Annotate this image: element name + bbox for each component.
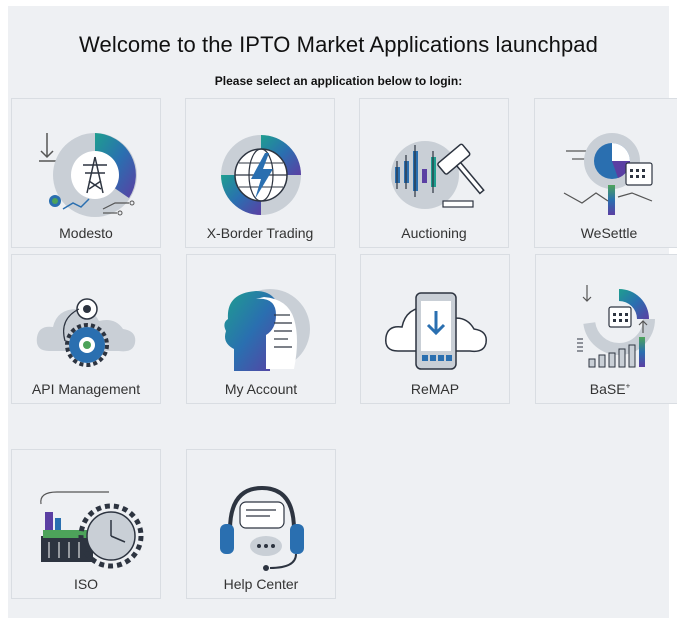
app-tile-base-plus[interactable]: BaSE+ (535, 254, 677, 404)
app-label-text: BaSE (589, 381, 626, 397)
app-tile-wesettle[interactable]: WeSettle (534, 98, 677, 248)
app-label: Modesto (59, 225, 113, 241)
gavel-chart-icon (391, 141, 485, 209)
page-subtitle: Please select an application below to lo… (214, 74, 463, 88)
app-label: WeSettle (580, 225, 638, 241)
app-tile-remap[interactable]: ReMAP (360, 254, 510, 404)
app-label: X-Border Trading (206, 225, 314, 241)
app-label: Help Center (223, 576, 299, 592)
app-tile-modesto[interactable]: Modesto (11, 98, 161, 248)
factory-clock-icon (40, 491, 144, 569)
app-label: ReMAP (410, 381, 460, 397)
app-label: BaSE+ (536, 381, 677, 397)
cloud-mobile-icon (385, 292, 487, 370)
app-label: ISO (73, 576, 99, 592)
app-label: Auctioning (401, 225, 467, 241)
app-tile-my-account[interactable]: My Account (186, 254, 336, 404)
headset-chat-icon (220, 485, 304, 571)
cloud-gears-icon (36, 298, 136, 367)
transmission-tower-icon (39, 133, 137, 217)
app-tile-x-border-trading[interactable]: X-Border Trading (185, 98, 335, 248)
page-title: Welcome to the IPTO Market Applications … (79, 32, 598, 57)
lightning-globe-icon (221, 135, 301, 215)
app-label: My Account (224, 381, 298, 397)
balance-chart-icon (577, 283, 655, 368)
app-label: API Management (31, 381, 141, 397)
profile-head-icon (224, 289, 310, 371)
app-tile-api-management[interactable]: API Management (11, 254, 161, 404)
app-label-sup: + (625, 381, 631, 391)
app-tile-help-center[interactable]: Help Center (186, 449, 336, 599)
app-tile-iso[interactable]: ISO (11, 449, 161, 599)
pie-calendar-icon (563, 133, 653, 215)
app-tile-auctioning[interactable]: Auctioning (359, 98, 509, 248)
